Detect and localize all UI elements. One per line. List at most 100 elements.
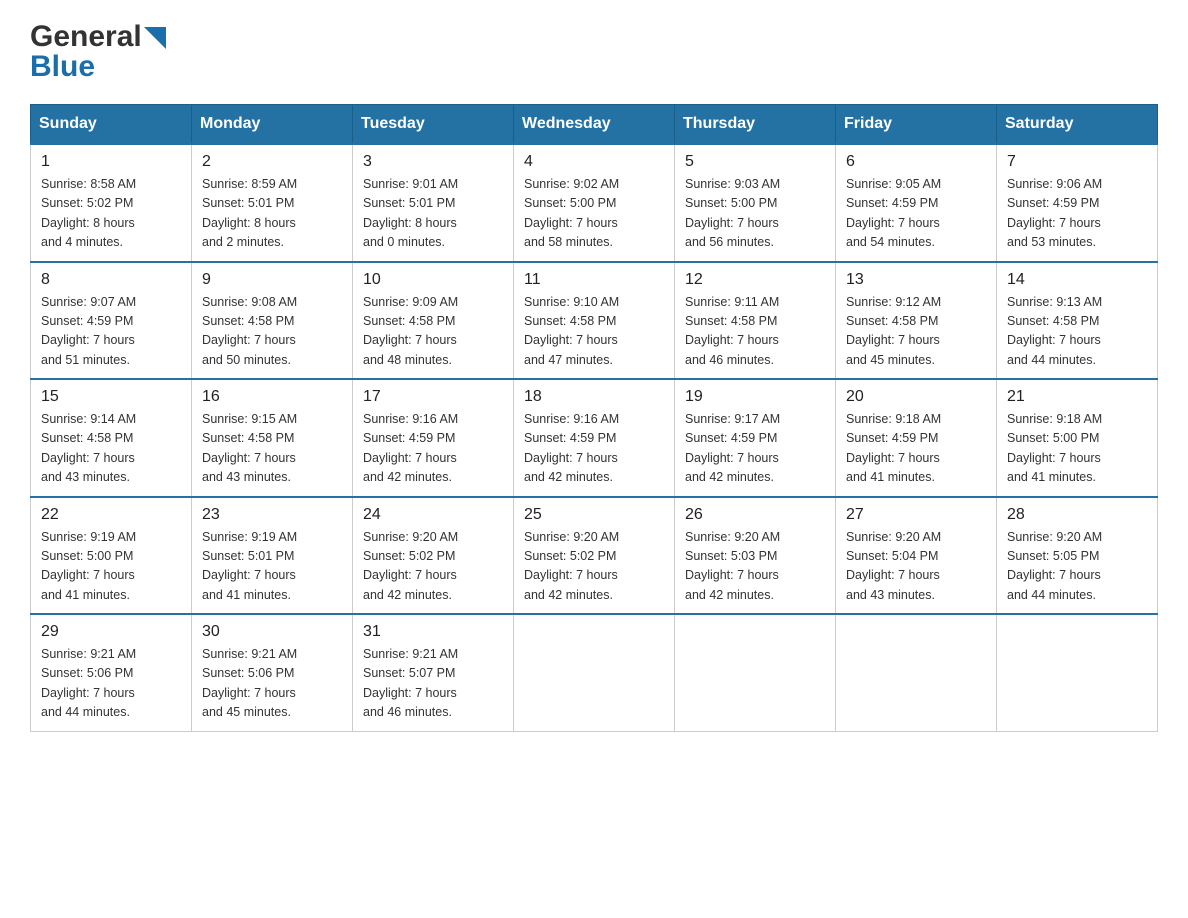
calendar-day-cell: 22 Sunrise: 9:19 AM Sunset: 5:00 PM Dayl…	[31, 497, 192, 615]
day-info: Sunrise: 9:19 AM Sunset: 5:00 PM Dayligh…	[41, 528, 181, 606]
calendar-day-cell: 23 Sunrise: 9:19 AM Sunset: 5:01 PM Dayl…	[192, 497, 353, 615]
calendar-day-cell: 13 Sunrise: 9:12 AM Sunset: 4:58 PM Dayl…	[836, 262, 997, 380]
calendar-day-cell	[836, 614, 997, 731]
day-info: Sunrise: 8:58 AM Sunset: 5:02 PM Dayligh…	[41, 175, 181, 253]
day-number: 28	[1007, 506, 1147, 524]
day-number: 13	[846, 271, 986, 289]
calendar-day-cell: 4 Sunrise: 9:02 AM Sunset: 5:00 PM Dayli…	[514, 144, 675, 262]
calendar-day-cell	[997, 614, 1158, 731]
calendar-day-cell: 3 Sunrise: 9:01 AM Sunset: 5:01 PM Dayli…	[353, 144, 514, 262]
day-number: 8	[41, 271, 181, 289]
calendar-day-cell: 10 Sunrise: 9:09 AM Sunset: 4:58 PM Dayl…	[353, 262, 514, 380]
day-info: Sunrise: 9:18 AM Sunset: 5:00 PM Dayligh…	[1007, 410, 1147, 488]
day-info: Sunrise: 9:20 AM Sunset: 5:05 PM Dayligh…	[1007, 528, 1147, 606]
day-info: Sunrise: 9:21 AM Sunset: 5:07 PM Dayligh…	[363, 645, 503, 723]
logo-blue-text: Blue	[30, 50, 95, 84]
day-number: 3	[363, 153, 503, 171]
day-number: 26	[685, 506, 825, 524]
calendar-day-cell: 6 Sunrise: 9:05 AM Sunset: 4:59 PM Dayli…	[836, 144, 997, 262]
day-number: 24	[363, 506, 503, 524]
day-info: Sunrise: 9:21 AM Sunset: 5:06 PM Dayligh…	[202, 645, 342, 723]
day-number: 6	[846, 153, 986, 171]
calendar-day-cell: 31 Sunrise: 9:21 AM Sunset: 5:07 PM Dayl…	[353, 614, 514, 731]
calendar-day-cell: 1 Sunrise: 8:58 AM Sunset: 5:02 PM Dayli…	[31, 144, 192, 262]
column-header-tuesday: Tuesday	[353, 105, 514, 145]
column-header-saturday: Saturday	[997, 105, 1158, 145]
day-info: Sunrise: 9:16 AM Sunset: 4:59 PM Dayligh…	[524, 410, 664, 488]
calendar-day-cell: 12 Sunrise: 9:11 AM Sunset: 4:58 PM Dayl…	[675, 262, 836, 380]
calendar-day-cell: 20 Sunrise: 9:18 AM Sunset: 4:59 PM Dayl…	[836, 379, 997, 497]
logo: General Blue	[30, 20, 166, 84]
calendar-header-row: SundayMondayTuesdayWednesdayThursdayFrid…	[31, 105, 1158, 145]
calendar-day-cell: 24 Sunrise: 9:20 AM Sunset: 5:02 PM Dayl…	[353, 497, 514, 615]
calendar-day-cell: 8 Sunrise: 9:07 AM Sunset: 4:59 PM Dayli…	[31, 262, 192, 380]
column-header-wednesday: Wednesday	[514, 105, 675, 145]
day-info: Sunrise: 9:14 AM Sunset: 4:58 PM Dayligh…	[41, 410, 181, 488]
day-info: Sunrise: 9:01 AM Sunset: 5:01 PM Dayligh…	[363, 175, 503, 253]
calendar-table: SundayMondayTuesdayWednesdayThursdayFrid…	[30, 104, 1158, 732]
column-header-friday: Friday	[836, 105, 997, 145]
calendar-day-cell: 15 Sunrise: 9:14 AM Sunset: 4:58 PM Dayl…	[31, 379, 192, 497]
day-info: Sunrise: 9:20 AM Sunset: 5:04 PM Dayligh…	[846, 528, 986, 606]
calendar-day-cell: 16 Sunrise: 9:15 AM Sunset: 4:58 PM Dayl…	[192, 379, 353, 497]
calendar-week-row: 1 Sunrise: 8:58 AM Sunset: 5:02 PM Dayli…	[31, 144, 1158, 262]
day-number: 22	[41, 506, 181, 524]
day-number: 10	[363, 271, 503, 289]
day-info: Sunrise: 9:10 AM Sunset: 4:58 PM Dayligh…	[524, 293, 664, 371]
calendar-day-cell: 5 Sunrise: 9:03 AM Sunset: 5:00 PM Dayli…	[675, 144, 836, 262]
day-number: 21	[1007, 388, 1147, 406]
day-number: 7	[1007, 153, 1147, 171]
calendar-day-cell: 9 Sunrise: 9:08 AM Sunset: 4:58 PM Dayli…	[192, 262, 353, 380]
calendar-day-cell: 19 Sunrise: 9:17 AM Sunset: 4:59 PM Dayl…	[675, 379, 836, 497]
day-info: Sunrise: 8:59 AM Sunset: 5:01 PM Dayligh…	[202, 175, 342, 253]
day-number: 25	[524, 506, 664, 524]
day-info: Sunrise: 9:16 AM Sunset: 4:59 PM Dayligh…	[363, 410, 503, 488]
calendar-week-row: 15 Sunrise: 9:14 AM Sunset: 4:58 PM Dayl…	[31, 379, 1158, 497]
day-info: Sunrise: 9:20 AM Sunset: 5:02 PM Dayligh…	[524, 528, 664, 606]
day-number: 29	[41, 623, 181, 641]
day-number: 9	[202, 271, 342, 289]
calendar-week-row: 29 Sunrise: 9:21 AM Sunset: 5:06 PM Dayl…	[31, 614, 1158, 731]
day-number: 2	[202, 153, 342, 171]
calendar-day-cell: 29 Sunrise: 9:21 AM Sunset: 5:06 PM Dayl…	[31, 614, 192, 731]
day-info: Sunrise: 9:03 AM Sunset: 5:00 PM Dayligh…	[685, 175, 825, 253]
day-number: 30	[202, 623, 342, 641]
calendar-week-row: 8 Sunrise: 9:07 AM Sunset: 4:59 PM Dayli…	[31, 262, 1158, 380]
column-header-monday: Monday	[192, 105, 353, 145]
day-number: 23	[202, 506, 342, 524]
column-header-thursday: Thursday	[675, 105, 836, 145]
calendar-day-cell: 21 Sunrise: 9:18 AM Sunset: 5:00 PM Dayl…	[997, 379, 1158, 497]
day-number: 31	[363, 623, 503, 641]
calendar-day-cell: 25 Sunrise: 9:20 AM Sunset: 5:02 PM Dayl…	[514, 497, 675, 615]
day-number: 27	[846, 506, 986, 524]
calendar-day-cell: 30 Sunrise: 9:21 AM Sunset: 5:06 PM Dayl…	[192, 614, 353, 731]
day-info: Sunrise: 9:13 AM Sunset: 4:58 PM Dayligh…	[1007, 293, 1147, 371]
day-info: Sunrise: 9:05 AM Sunset: 4:59 PM Dayligh…	[846, 175, 986, 253]
calendar-day-cell: 28 Sunrise: 9:20 AM Sunset: 5:05 PM Dayl…	[997, 497, 1158, 615]
calendar-day-cell	[514, 614, 675, 731]
calendar-day-cell: 27 Sunrise: 9:20 AM Sunset: 5:04 PM Dayl…	[836, 497, 997, 615]
day-info: Sunrise: 9:20 AM Sunset: 5:02 PM Dayligh…	[363, 528, 503, 606]
calendar-day-cell: 2 Sunrise: 8:59 AM Sunset: 5:01 PM Dayli…	[192, 144, 353, 262]
day-number: 1	[41, 153, 181, 171]
day-number: 19	[685, 388, 825, 406]
day-info: Sunrise: 9:17 AM Sunset: 4:59 PM Dayligh…	[685, 410, 825, 488]
calendar-day-cell: 7 Sunrise: 9:06 AM Sunset: 4:59 PM Dayli…	[997, 144, 1158, 262]
logo-triangle-icon	[144, 27, 166, 49]
calendar-week-row: 22 Sunrise: 9:19 AM Sunset: 5:00 PM Dayl…	[31, 497, 1158, 615]
calendar-day-cell: 11 Sunrise: 9:10 AM Sunset: 4:58 PM Dayl…	[514, 262, 675, 380]
day-number: 20	[846, 388, 986, 406]
page-header: General Blue	[30, 20, 1158, 84]
day-number: 11	[524, 271, 664, 289]
day-info: Sunrise: 9:12 AM Sunset: 4:58 PM Dayligh…	[846, 293, 986, 371]
day-info: Sunrise: 9:19 AM Sunset: 5:01 PM Dayligh…	[202, 528, 342, 606]
calendar-day-cell	[675, 614, 836, 731]
day-info: Sunrise: 9:20 AM Sunset: 5:03 PM Dayligh…	[685, 528, 825, 606]
day-number: 12	[685, 271, 825, 289]
calendar-day-cell: 18 Sunrise: 9:16 AM Sunset: 4:59 PM Dayl…	[514, 379, 675, 497]
day-info: Sunrise: 9:08 AM Sunset: 4:58 PM Dayligh…	[202, 293, 342, 371]
calendar-day-cell: 14 Sunrise: 9:13 AM Sunset: 4:58 PM Dayl…	[997, 262, 1158, 380]
day-info: Sunrise: 9:09 AM Sunset: 4:58 PM Dayligh…	[363, 293, 503, 371]
logo-general-text: General	[30, 20, 142, 54]
day-number: 4	[524, 153, 664, 171]
